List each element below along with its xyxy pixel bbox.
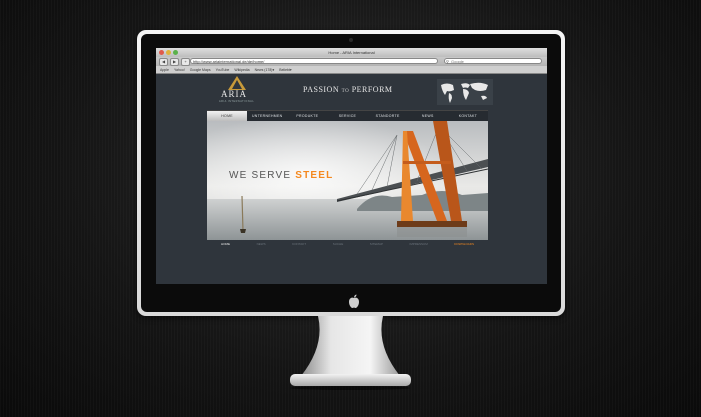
hero-banner: WE SERVE STEEL bbox=[207, 121, 488, 240]
footer-link-downloads[interactable]: DOWNLOADS bbox=[454, 241, 474, 248]
browser-titlebar: Home - ARIA International bbox=[156, 48, 547, 57]
hero-headline: WE SERVE STEEL bbox=[229, 170, 333, 181]
window-title: Home - ARIA International bbox=[328, 50, 375, 55]
url-field[interactable]: http://www.ariainternational.de/de/home/ bbox=[190, 58, 438, 64]
tagline-to: TO bbox=[341, 89, 350, 94]
zoom-button[interactable] bbox=[173, 50, 178, 55]
nav-home[interactable]: HOME bbox=[207, 111, 248, 121]
site-header: ARIA ARIA INTERNATIONAL PASSION TO PERFO… bbox=[207, 74, 501, 110]
bookmark-item[interactable]: Yahoo! bbox=[174, 68, 185, 72]
bookmark-item[interactable]: YouTube bbox=[216, 68, 230, 72]
minimize-button[interactable] bbox=[166, 50, 171, 55]
browser-toolbar: ◀ ▶ + http://www.ariainternational.de/de… bbox=[156, 57, 547, 66]
logo-text[interactable]: ARIA bbox=[221, 89, 247, 99]
footer-link-kontakt[interactable]: KONTAKT bbox=[292, 241, 306, 248]
logo-subtitle: ARIA INTERNATIONAL bbox=[219, 100, 255, 103]
footer-link-home[interactable]: HOME bbox=[221, 241, 230, 248]
search-icon: ⚲ bbox=[446, 59, 449, 64]
add-bookmark-button[interactable]: + bbox=[181, 57, 190, 66]
forward-button[interactable]: ▶ bbox=[170, 57, 179, 66]
back-button[interactable]: ◀ bbox=[159, 57, 168, 66]
hero-headline-word: WE SERVE bbox=[229, 170, 292, 181]
tagline-part: PERFORM bbox=[351, 85, 393, 94]
nav-news[interactable]: NEWS bbox=[408, 111, 448, 121]
nav-standorte[interactable]: STANDORTE bbox=[368, 111, 408, 121]
window-controls bbox=[159, 50, 178, 55]
bookmarks-bar: Apple Yahoo! Google Maps YouTube Wikiped… bbox=[156, 66, 547, 74]
monitor-bezel: Home - ARIA International ◀ ▶ + http://w… bbox=[141, 34, 561, 312]
close-button[interactable] bbox=[159, 50, 164, 55]
footer-link-sitemap[interactable]: SITEMAP bbox=[370, 241, 383, 248]
bookmark-item[interactable]: Wikipedia bbox=[234, 68, 249, 72]
bookmark-item[interactable]: News (178)▾ bbox=[255, 68, 275, 72]
footer-nav: HOME NEWS KONTAKT SUCHE SITEMAP IMPRESSU… bbox=[207, 241, 488, 248]
bookmark-item[interactable]: Apple bbox=[160, 68, 169, 72]
footer-link-news[interactable]: NEWS bbox=[257, 241, 266, 248]
nav-service[interactable]: SERVICE bbox=[327, 111, 367, 121]
aria-logo-icon[interactable] bbox=[227, 76, 247, 90]
search-field[interactable]: ⚲ Google bbox=[444, 58, 542, 64]
camera bbox=[349, 38, 353, 42]
nav-produkte[interactable]: PRODUKTE bbox=[287, 111, 327, 121]
bookmark-item[interactable]: Google Maps bbox=[190, 68, 211, 72]
monitor: Home - ARIA International ◀ ▶ + http://w… bbox=[137, 30, 565, 316]
search-placeholder: Google bbox=[451, 59, 464, 64]
monitor-stand bbox=[290, 316, 411, 390]
hero-headline-accent: STEEL bbox=[295, 170, 334, 181]
bookmark-item[interactable]: Beliebt▾ bbox=[279, 68, 291, 72]
tagline: PASSION TO PERFORM bbox=[303, 85, 393, 94]
nav-kontakt[interactable]: KONTAKT bbox=[448, 111, 488, 121]
apple-logo-icon bbox=[349, 294, 359, 308]
footer-link-impressum[interactable]: IMPRESSUM bbox=[410, 241, 428, 248]
footer-link-suche[interactable]: SUCHE bbox=[333, 241, 344, 248]
nav-unternehmen[interactable]: UNTERNEHMEN bbox=[247, 111, 287, 121]
world-map-icon[interactable] bbox=[437, 79, 493, 105]
website: ARIA ARIA INTERNATIONAL PASSION TO PERFO… bbox=[156, 74, 547, 284]
main-nav: HOME UNTERNEHMEN PRODUKTE SERVICE STANDO… bbox=[207, 110, 488, 121]
screen: Home - ARIA International ◀ ▶ + http://w… bbox=[156, 48, 547, 284]
tagline-part: PASSION bbox=[303, 85, 340, 94]
